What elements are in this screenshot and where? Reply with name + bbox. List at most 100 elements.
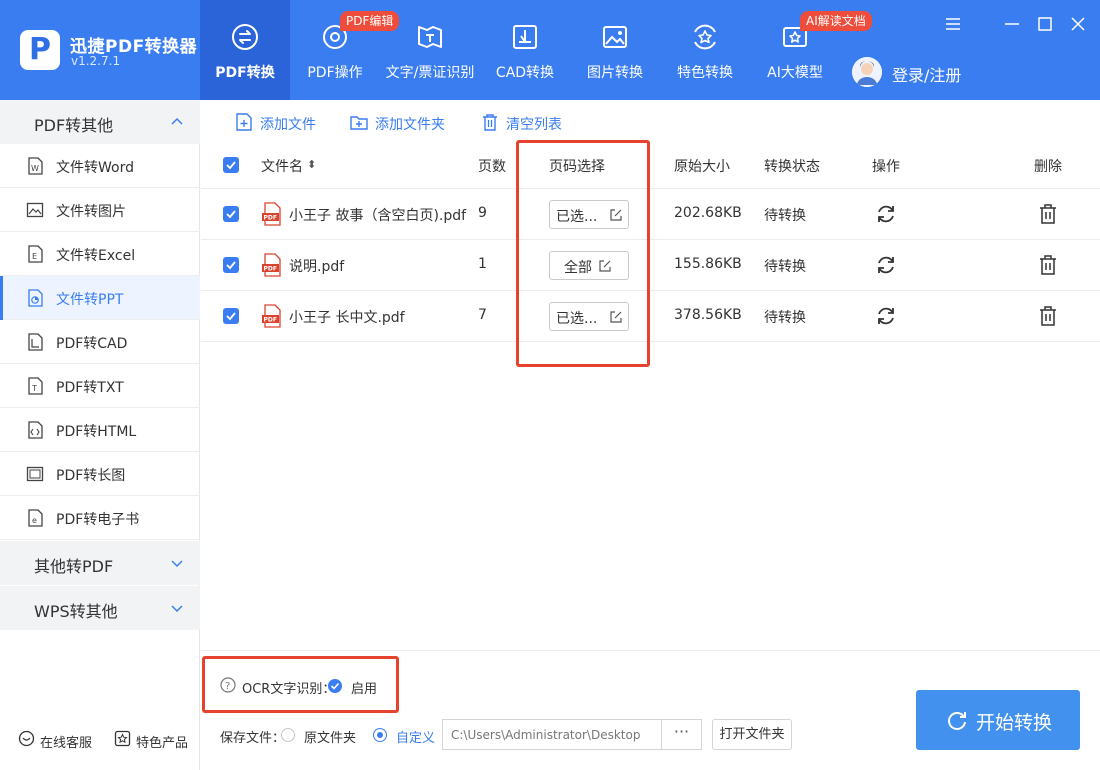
sidebar-item-to-long-image[interactable]: PDF转长图 xyxy=(0,452,200,496)
avatar xyxy=(852,57,882,87)
page-count: 9 xyxy=(478,205,487,221)
nav-image-convert[interactable]: 图片转换 xyxy=(570,0,660,100)
add-folder-icon xyxy=(350,116,368,130)
refresh-icon[interactable] xyxy=(875,305,897,327)
sidebar-item-to-html[interactable]: PDF转HTML xyxy=(0,408,200,452)
svg-text:E: E xyxy=(32,252,37,261)
ocr-highlight xyxy=(202,656,399,713)
sidebar-footer: 在线客服 特色产品 xyxy=(0,728,200,754)
chevron-down-icon xyxy=(171,605,183,613)
convert-status: 待转换 xyxy=(764,208,806,224)
header-size: 原始大小 xyxy=(674,159,730,175)
sidebar-item-to-ppt[interactable]: 文件转PPT xyxy=(0,276,200,320)
select-all-checkbox[interactable] xyxy=(223,157,239,173)
sidebar-group-other-to-pdf[interactable]: 其他转PDF xyxy=(0,541,200,585)
svg-text:PDF: PDF xyxy=(264,266,277,273)
chevron-up-icon xyxy=(171,117,183,125)
browse-button[interactable]: ··· xyxy=(662,719,702,750)
login-link[interactable]: 登录/注册 xyxy=(892,62,961,86)
refresh-icon[interactable] xyxy=(875,254,897,276)
file-size: 378.56KB xyxy=(674,307,742,323)
cad-file-icon xyxy=(28,333,43,351)
convert-status: 待转换 xyxy=(764,310,806,326)
svg-text:T: T xyxy=(31,384,37,393)
save-path-input[interactable] xyxy=(442,719,662,750)
row-checkbox[interactable] xyxy=(223,257,239,273)
row-checkbox[interactable] xyxy=(223,206,239,222)
excel-file-icon: E xyxy=(28,245,43,263)
open-folder-button[interactable]: 打开文件夹 xyxy=(712,719,792,750)
svg-text:W: W xyxy=(31,164,39,173)
trash-icon xyxy=(483,114,497,131)
sidebar-item-to-image[interactable]: 文件转图片 xyxy=(0,188,200,232)
app-version: v1.2.7.1 xyxy=(71,54,121,68)
custom-folder-label[interactable]: 自定义 xyxy=(396,727,435,746)
cad-icon xyxy=(513,25,537,49)
nav-special-convert[interactable]: 特色转换 xyxy=(660,0,750,100)
start-convert-button[interactable]: 开始转换 xyxy=(916,690,1080,750)
delete-icon[interactable] xyxy=(1038,203,1058,225)
refresh-icon[interactable] xyxy=(875,203,897,225)
header-delete: 删除 xyxy=(1034,159,1062,175)
bottom-divider xyxy=(201,650,1100,651)
svg-text:e: e xyxy=(32,516,37,525)
menu-icon[interactable] xyxy=(943,14,963,34)
chat-icon xyxy=(18,730,35,747)
long-image-icon xyxy=(26,466,44,482)
radio-original-folder[interactable] xyxy=(281,728,295,742)
delete-icon[interactable] xyxy=(1038,254,1058,276)
nav-pdf-convert[interactable]: PDF转换 xyxy=(200,0,290,100)
pdf-file-icon: PDF xyxy=(262,304,281,328)
delete-icon[interactable] xyxy=(1038,305,1058,327)
radio-custom-folder[interactable] xyxy=(373,728,387,742)
star-badge-icon xyxy=(114,730,131,747)
svg-text:PDF: PDF xyxy=(264,317,277,324)
pdf-file-icon: PDF xyxy=(262,202,281,226)
sidebar-group-pdf-to-other[interactable]: PDF转其他 xyxy=(0,100,200,144)
chevron-down-icon xyxy=(171,560,183,568)
page-count: 7 xyxy=(478,307,487,323)
pdf-file-icon: PDF xyxy=(262,253,281,277)
row-checkbox[interactable] xyxy=(223,308,239,324)
file-table-header: 文件名 ⬍ 页数 页码选择 原始大小 转换状态 操作 删除 xyxy=(201,141,1100,189)
header-status: 转换状态 xyxy=(764,159,820,175)
sidebar-item-to-cad[interactable]: PDF转CAD xyxy=(0,320,200,364)
star-convert-icon xyxy=(694,24,716,50)
maximize-icon[interactable] xyxy=(1035,14,1055,34)
image-file-icon xyxy=(26,202,44,218)
image-icon xyxy=(603,26,627,48)
svg-text:PDF: PDF xyxy=(264,215,277,222)
header-action: 操作 xyxy=(872,159,900,175)
table-row: PDF 小王子 长中文.pdf 7 已选... 378.56KB 待转换 xyxy=(201,291,1100,342)
sidebar-item-to-excel[interactable]: E 文件转Excel xyxy=(0,232,200,276)
brand: P 迅捷PDF转换器 v1.2.7.1 xyxy=(0,0,200,100)
top-bar: P 迅捷PDF转换器 v1.2.7.1 PDF转换 PDF操作 PDF编辑 文字… xyxy=(0,0,1100,100)
save-label: 保存文件： xyxy=(220,731,286,746)
sidebar-item-to-ebook[interactable]: e PDF转电子书 xyxy=(0,496,200,540)
table-row: PDF 小王子 故事（含空白页).pdf 9 已选... 202.68KB 待转… xyxy=(201,189,1100,240)
sidebar-item-to-txt[interactable]: T PDF转TXT xyxy=(0,364,200,408)
header-pages: 页数 xyxy=(478,159,506,175)
minimize-icon[interactable] xyxy=(1002,14,1022,34)
file-name: 小王子 长中文.pdf xyxy=(289,310,405,326)
original-folder-label[interactable]: 原文件夹 xyxy=(304,727,356,746)
table-row: PDF 说明.pdf 1 全部 155.86KB 待转换 xyxy=(201,240,1100,291)
file-size: 202.68KB xyxy=(674,205,742,221)
ppt-file-icon xyxy=(28,289,43,307)
file-name: 说明.pdf xyxy=(289,259,345,275)
header-filename[interactable]: 文件名 xyxy=(261,156,303,176)
sidebar-group-wps-to-other[interactable]: WPS转其他 xyxy=(0,586,200,630)
ebook-file-icon: e xyxy=(28,509,43,527)
convert-icon xyxy=(232,24,258,50)
sort-icon[interactable]: ⬍ xyxy=(307,158,316,171)
sidebar-item-to-word[interactable]: W 文件转Word xyxy=(0,144,200,188)
file-size: 155.86KB xyxy=(674,256,742,272)
convert-status: 待转换 xyxy=(764,259,806,275)
file-name: 小王子 故事（含空白页).pdf xyxy=(289,208,467,224)
close-icon[interactable] xyxy=(1068,14,1088,34)
nav-text-recognition[interactable]: 文字/票证识别 xyxy=(380,0,480,100)
txt-file-icon: T xyxy=(28,377,43,395)
sync-icon xyxy=(948,712,966,730)
nav-cad-convert[interactable]: CAD转换 xyxy=(480,0,570,100)
sidebar: PDF转其他 W 文件转Word 文件转图片 E 文件转Excel 文件转PPT… xyxy=(0,100,200,770)
